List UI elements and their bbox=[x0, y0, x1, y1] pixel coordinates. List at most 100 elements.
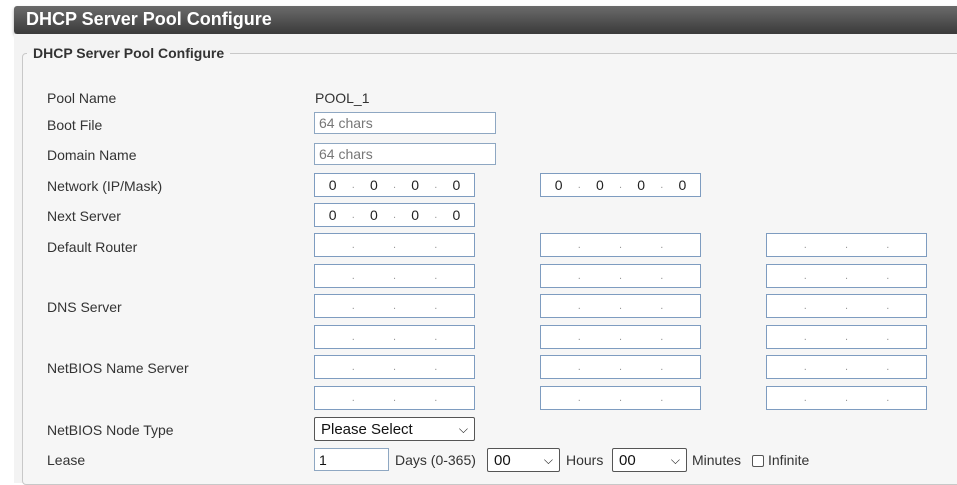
lease-minutes-value: 00 bbox=[619, 451, 636, 469]
octet-separator: . bbox=[803, 239, 807, 251]
octet-separator: . bbox=[660, 269, 664, 282]
octet-separator: . bbox=[351, 239, 355, 251]
mask-octet[interactable]: 0 bbox=[582, 177, 617, 193]
mask-octet[interactable]: 0 bbox=[541, 177, 576, 193]
octet-separator: . bbox=[434, 300, 438, 312]
dns-server-ip-input[interactable]: ... bbox=[766, 294, 927, 318]
octet-separator: . bbox=[844, 361, 849, 373]
octet-separator: . bbox=[886, 361, 890, 373]
default-router-ip-input[interactable]: ... bbox=[314, 263, 475, 288]
domain-name-input[interactable] bbox=[314, 143, 496, 165]
octet-separator: . bbox=[886, 269, 890, 282]
netbios-name-server-label: NetBIOS Name Server bbox=[47, 360, 189, 376]
default-router-ip-input[interactable]: ... bbox=[314, 233, 475, 257]
boot-file-label: Boot File bbox=[47, 117, 103, 133]
octet-separator: . bbox=[392, 391, 397, 404]
netbios-name-server-ip-input[interactable]: ... bbox=[314, 355, 475, 379]
dns-server-ip-input[interactable]: ... bbox=[540, 294, 701, 318]
octet-separator: . bbox=[392, 269, 397, 282]
netbios-name-server-ip-input[interactable]: ... bbox=[540, 385, 701, 410]
ip-octet[interactable]: 0 bbox=[315, 207, 350, 223]
lease-minutes-select[interactable]: 00 ⌵ bbox=[612, 448, 687, 472]
octet-separator: . bbox=[392, 361, 397, 373]
netbios-name-server-ip-input[interactable]: ... bbox=[314, 385, 475, 410]
default-router-ip-input[interactable]: ... bbox=[540, 233, 701, 257]
ip-octet[interactable]: 0 bbox=[398, 177, 433, 193]
octet-separator: . bbox=[886, 300, 890, 312]
lease-days-label: Days (0-365) bbox=[395, 452, 476, 468]
dns-server-ip-input[interactable]: ... bbox=[314, 324, 475, 349]
netbios-node-type-label: NetBIOS Node Type bbox=[47, 422, 174, 438]
lease-days-input[interactable] bbox=[314, 448, 389, 471]
default-router-ip-input[interactable]: ... bbox=[540, 263, 701, 288]
ip-octet[interactable]: 0 bbox=[439, 177, 474, 193]
next-server-input[interactable]: 0. 0. 0. 0 bbox=[314, 203, 475, 227]
octet-separator: . bbox=[351, 300, 355, 312]
octet-separator: . bbox=[618, 239, 623, 251]
next-server-label: Next Server bbox=[47, 208, 121, 224]
octet-separator: . bbox=[434, 361, 438, 373]
octet-separator: . bbox=[803, 330, 807, 343]
octet-separator: . bbox=[803, 300, 807, 312]
network-label: Network (IP/Mask) bbox=[47, 178, 163, 194]
chevron-down-icon: ⌵ bbox=[543, 452, 553, 467]
lease-hours-label: Hours bbox=[566, 452, 604, 468]
octet-separator: . bbox=[618, 330, 623, 343]
lease-hours-select[interactable]: 00 ⌵ bbox=[487, 448, 560, 472]
octet-separator: . bbox=[434, 391, 438, 404]
octet-separator: . bbox=[392, 300, 397, 312]
octet-separator: . bbox=[886, 330, 890, 343]
section-legend: DHCP Server Pool Configure bbox=[33, 45, 225, 61]
default-router-ip-input[interactable]: ... bbox=[766, 263, 927, 288]
netbios-name-server-ip-input[interactable]: ... bbox=[766, 355, 927, 379]
octet-separator: . bbox=[844, 239, 849, 251]
dns-server-ip-input[interactable]: ... bbox=[766, 324, 927, 349]
octet-separator: . bbox=[886, 391, 890, 404]
dns-server-ip-input[interactable]: ... bbox=[314, 294, 475, 318]
lease-hours-value: 00 bbox=[494, 451, 511, 469]
octet-separator: . bbox=[660, 300, 664, 312]
octet-separator: . bbox=[660, 391, 664, 404]
ip-octet[interactable]: 0 bbox=[439, 207, 474, 223]
network-mask-input[interactable]: 0. 0. 0. 0 bbox=[540, 173, 701, 197]
octet-separator: . bbox=[577, 239, 581, 251]
netbios-node-type-select[interactable]: Please Select ⌵ bbox=[314, 417, 475, 441]
ip-octet[interactable]: 0 bbox=[398, 207, 433, 223]
netbios-name-server-ip-input[interactable]: ... bbox=[540, 355, 701, 379]
mask-octet[interactable]: 0 bbox=[624, 177, 659, 193]
network-ip-input[interactable]: 0. 0. 0. 0 bbox=[314, 173, 475, 197]
octet-separator: . bbox=[618, 361, 623, 373]
default-router-label: Default Router bbox=[47, 239, 138, 255]
octet-separator: . bbox=[434, 269, 438, 282]
octet-separator: . bbox=[803, 391, 807, 404]
octet-separator: . bbox=[886, 239, 890, 251]
netbios-name-server-ip-input[interactable]: ... bbox=[766, 385, 927, 410]
octet-separator: . bbox=[618, 269, 623, 282]
pool-name-value: POOL_1 bbox=[315, 90, 370, 106]
default-router-ip-input[interactable]: ... bbox=[766, 233, 927, 257]
mask-octet[interactable]: 0 bbox=[665, 177, 700, 193]
pool-name-label: Pool Name bbox=[47, 90, 117, 106]
octet-separator: . bbox=[392, 330, 397, 343]
dns-server-ip-input[interactable]: ... bbox=[540, 324, 701, 349]
infinite-checkbox[interactable] bbox=[752, 455, 764, 467]
ip-octet[interactable]: 0 bbox=[315, 177, 350, 193]
octet-separator: . bbox=[660, 330, 664, 343]
boot-file-input[interactable] bbox=[314, 112, 496, 134]
octet-separator: . bbox=[351, 269, 355, 282]
octet-separator: . bbox=[351, 330, 355, 343]
octet-separator: . bbox=[844, 391, 849, 404]
octet-separator: . bbox=[392, 239, 397, 251]
octet-separator: . bbox=[660, 239, 664, 251]
octet-separator: . bbox=[844, 330, 849, 343]
octet-separator: . bbox=[618, 391, 623, 404]
octet-separator: . bbox=[618, 300, 623, 312]
octet-separator: . bbox=[577, 391, 581, 404]
ip-octet[interactable]: 0 bbox=[356, 177, 391, 193]
octet-separator: . bbox=[844, 269, 849, 282]
octet-separator: . bbox=[577, 269, 581, 282]
octet-separator: . bbox=[434, 239, 438, 251]
octet-separator: . bbox=[803, 361, 807, 373]
chevron-down-icon: ⌵ bbox=[458, 421, 468, 436]
ip-octet[interactable]: 0 bbox=[356, 207, 391, 223]
